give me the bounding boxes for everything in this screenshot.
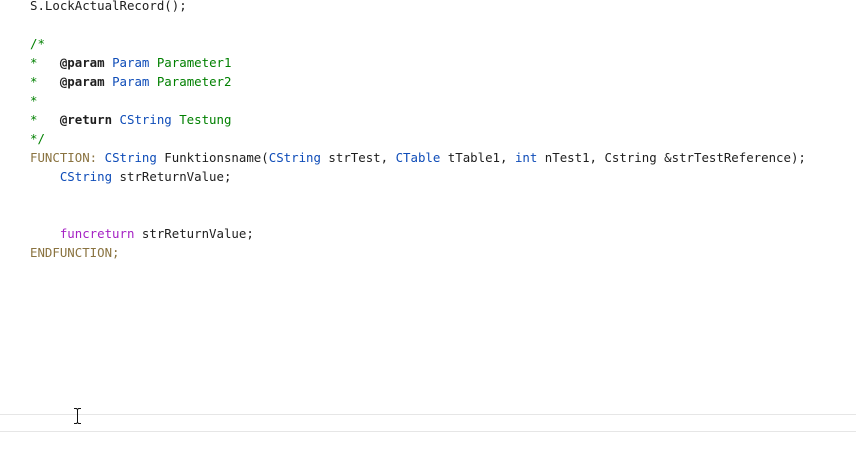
code-token: */ (30, 131, 45, 146)
code-line-6[interactable]: * (30, 91, 37, 110)
code-token: FUNCTION: (30, 150, 98, 165)
code-line-10[interactable]: CString strReturnValue; (30, 167, 232, 186)
code-token: CString (268, 150, 321, 165)
code-token: * (30, 55, 60, 70)
code-token: strReturnValue; (112, 169, 232, 184)
code-token: Param (112, 74, 150, 89)
code-token: Parameter1 (149, 55, 232, 70)
panel-divider-bottom (0, 431, 856, 432)
code-token: Testung (171, 112, 232, 127)
code-token: CString (59, 169, 113, 184)
code-token: strTest, (320, 150, 396, 165)
code-token: S.LockActualRecord(); (30, 0, 187, 13)
code-line-8[interactable]: */ (30, 129, 45, 148)
code-token: Funktionsname( (156, 150, 269, 165)
code-line-13[interactable]: funcreturn strReturnValue; (30, 224, 254, 243)
code-token: ENDFUNCTION; (30, 245, 120, 260)
code-line-7[interactable]: * @return CString Testung (30, 110, 231, 129)
code-token: CTable (395, 150, 441, 165)
code-line-5[interactable]: * @param Param Parameter2 (30, 72, 231, 91)
code-line-9[interactable]: FUNCTION: CString Funktionsname(CString … (30, 148, 806, 167)
code-token: int (514, 150, 538, 165)
code-line-4[interactable]: * @param Param Parameter1 (30, 53, 231, 72)
code-token: CString (119, 112, 172, 127)
code-token: Parameter2 (149, 74, 232, 89)
code-line-14[interactable]: ENDFUNCTION; (30, 243, 120, 262)
code-line-1[interactable]: S.LockActualRecord(); (30, 0, 187, 15)
code-token: nTest1, Cstring &strTestReference); (537, 150, 806, 165)
code-token: @return (59, 112, 113, 127)
code-token: tTable1, (440, 150, 515, 165)
code-token: * (30, 74, 60, 89)
panel-divider-top (0, 414, 856, 415)
code-token: strReturnValue; (134, 226, 254, 241)
code-token: /* (30, 36, 45, 51)
code-token: @param (59, 55, 105, 70)
code-token: Param (112, 55, 150, 70)
code-token: * (30, 112, 60, 127)
code-token: @param (59, 74, 105, 89)
code-token: * (30, 93, 38, 108)
bottom-panel (0, 408, 856, 457)
text-cursor-icon (74, 408, 81, 424)
code-line-3[interactable]: /* (30, 34, 45, 53)
code-editor[interactable]: S.LockActualRecord(); /* * @param Param Pa… (0, 0, 856, 414)
code-token: funcreturn (59, 226, 135, 241)
code-token: CString (104, 150, 157, 165)
